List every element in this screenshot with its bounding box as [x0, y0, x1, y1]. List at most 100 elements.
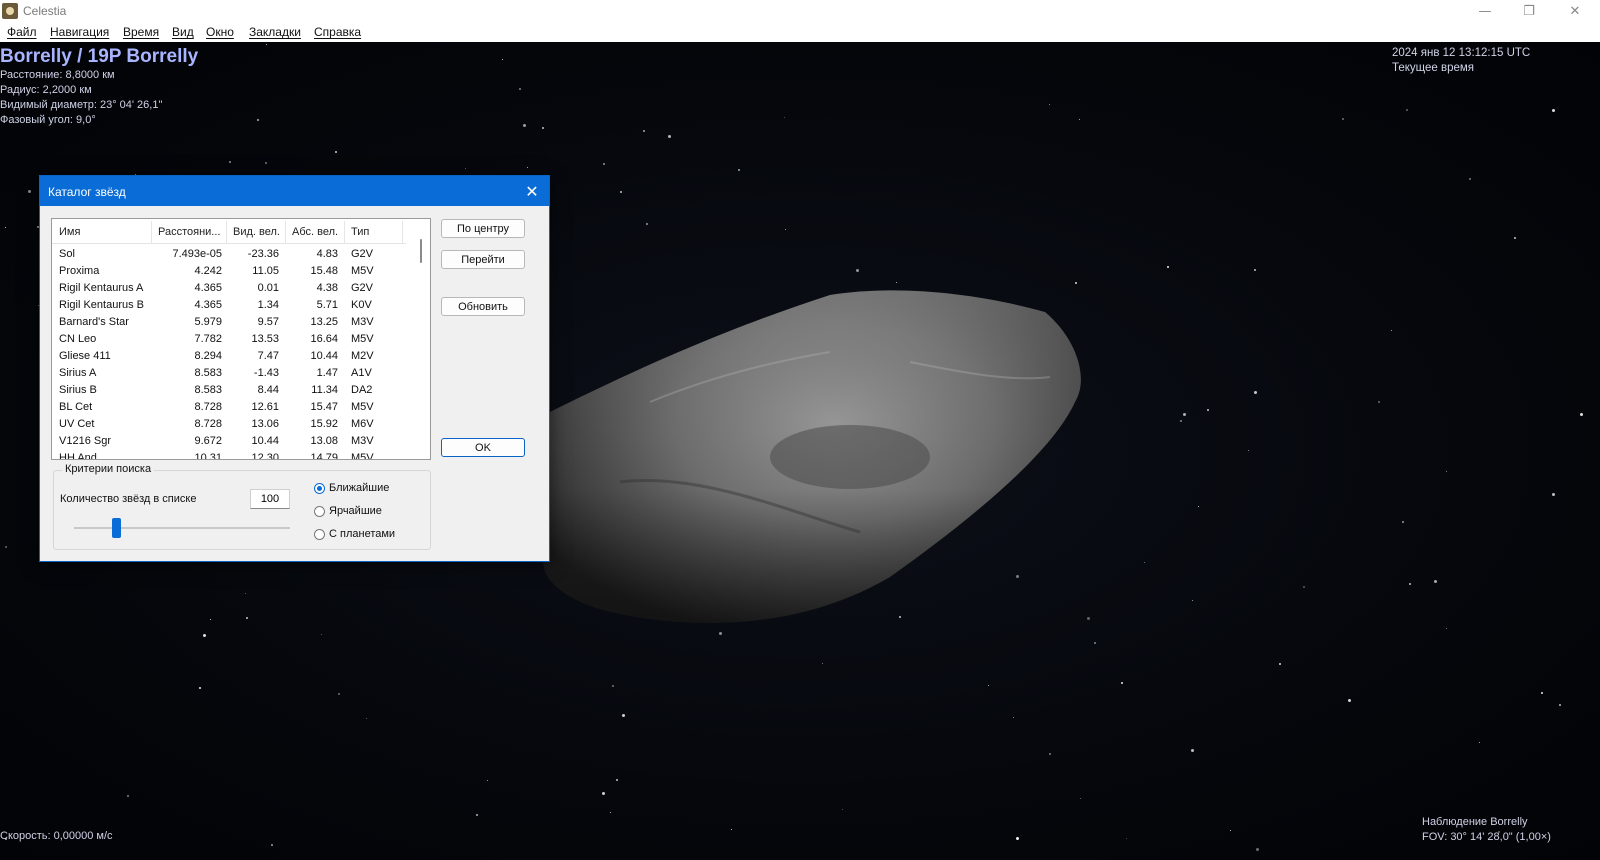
scrollbar-thumb[interactable]: [420, 239, 422, 263]
star-dot: [602, 792, 605, 795]
table-cell: Rigil Kentaurus B: [59, 299, 144, 311]
close-window-button[interactable]: ✕: [1552, 0, 1598, 22]
table-cell: 16.64: [310, 333, 338, 345]
table-cell: 11.34: [311, 384, 338, 396]
goto-button[interactable]: Перейти: [441, 250, 525, 269]
column-header-distance[interactable]: Расстояни...: [158, 226, 224, 238]
datetime-text: 2024 янв 12 13:12:15 UTC: [1392, 47, 1531, 59]
minimize-button[interactable]: —: [1462, 0, 1508, 22]
star-dot: [1013, 717, 1014, 718]
table-row[interactable]: Sirius A 8.583 -1.43 1.47 A1V: [52, 365, 406, 382]
table-cell: 9.57: [257, 316, 279, 328]
table-cell: 13.25: [310, 316, 338, 328]
table-row[interactable]: Gliese 411 8.294 7.47 10.44 M2V: [52, 348, 406, 365]
star-dot: [1049, 753, 1051, 755]
menu-navigation[interactable]: Навигация: [50, 25, 109, 39]
table-cell: 10.31: [194, 452, 222, 460]
star-dot: [1080, 798, 1081, 799]
table-row[interactable]: CN Leo 7.782 13.53 16.64 M5V: [52, 331, 406, 348]
table-cell: 4.83: [316, 248, 338, 260]
table-row[interactable]: Rigil Kentaurus B 4.365 1.34 5.71 K0V: [52, 297, 406, 314]
table-cell: 10.44: [251, 435, 279, 447]
star-dot: [1167, 266, 1169, 268]
star-dot: [1406, 109, 1408, 111]
menu-help[interactable]: Справка: [314, 25, 361, 39]
column-header-type[interactable]: Тип: [351, 226, 391, 238]
slider-thumb[interactable]: [112, 518, 122, 538]
table-row[interactable]: Rigil Kentaurus A 4.365 0.01 4.38 G2V: [52, 280, 406, 297]
comet-nucleus-render: [534, 290, 1081, 623]
column-header-abs-mag[interactable]: Абс. вел.: [292, 226, 344, 238]
table-cell: DA2: [351, 384, 373, 396]
star-list[interactable]: Имя Расстояни... Вид. вел. Абс. вел. Тип…: [51, 218, 431, 460]
menu-window[interactable]: Окно: [206, 25, 234, 39]
dialog-title-bar[interactable]: Каталог звёзд ✕: [40, 176, 549, 206]
table-cell: 14.79: [310, 452, 338, 460]
table-row[interactable]: Sirius B 8.583 8.44 11.34 DA2: [52, 382, 406, 399]
list-header: Имя Расстояни... Вид. вел. Абс. вел. Тип: [52, 219, 406, 244]
radio-with-planets-label: С планетами: [329, 528, 396, 540]
restore-button[interactable]: ❐: [1506, 0, 1552, 22]
dialog-close-icon[interactable]: ✕: [521, 180, 543, 202]
menu-file[interactable]: Файл: [7, 25, 37, 39]
radius-text: Радиус: 2,2000 км: [0, 84, 92, 96]
search-criteria-label: Критерии поиска: [62, 463, 155, 475]
table-row[interactable]: UV Cet 8.728 13.06 15.92 M6V: [52, 416, 406, 433]
table-cell: 4.365: [194, 282, 222, 294]
table-row[interactable]: Sol 7.493e-05 -23.36 4.83 G2V: [52, 246, 406, 263]
radio-nearest[interactable]: Ближайшие: [314, 482, 464, 498]
table-cell: M3V: [351, 316, 374, 328]
star-dot: [1121, 682, 1123, 684]
radio-nearest-label: Ближайшие: [329, 482, 390, 494]
star-catalog-dialog: Каталог звёзд ✕ Имя Расстояни... Вид. ве…: [39, 175, 550, 562]
table-cell: M5V: [351, 401, 374, 413]
star-dot: [1207, 409, 1209, 411]
table-row[interactable]: BL Cet 8.728 12.61 15.47 M5V: [52, 399, 406, 416]
table-cell: 9.672: [194, 435, 222, 447]
table-cell: 5.71: [316, 299, 338, 311]
star-count-input[interactable]: 100: [250, 489, 290, 509]
star-dot: [321, 634, 322, 635]
star-dot: [610, 812, 611, 813]
radio-brightest[interactable]: Ярчайшие: [314, 505, 464, 521]
star-dot: [1144, 562, 1145, 563]
radio-with-planets[interactable]: С планетами: [314, 528, 464, 544]
star-dot: [257, 119, 259, 121]
table-row[interactable]: Barnard's Star 5.979 9.57 13.25 M3V: [52, 314, 406, 331]
refresh-button[interactable]: Обновить: [441, 297, 525, 316]
table-cell: 11.05: [252, 265, 279, 277]
menu-bookmarks[interactable]: Закладки: [249, 25, 301, 39]
center-button[interactable]: По центру: [441, 219, 525, 238]
radio-with-planets-indicator[interactable]: [314, 529, 325, 540]
table-cell: G2V: [351, 282, 374, 294]
column-header-name[interactable]: Имя: [59, 226, 149, 238]
star-dot: [785, 229, 786, 230]
star-dot: [1402, 521, 1404, 523]
ok-button[interactable]: OK: [441, 438, 525, 457]
star-dot: [1552, 493, 1555, 496]
star-dot: [245, 593, 246, 594]
table-cell: Gliese 411: [59, 350, 111, 362]
star-dot: [465, 168, 466, 169]
star-dot: [1126, 838, 1127, 839]
column-divider: [151, 221, 152, 243]
radio-brightest-indicator[interactable]: [314, 506, 325, 517]
menu-time[interactable]: Время: [123, 25, 159, 39]
table-cell: 10.44: [310, 350, 338, 362]
table-row[interactable]: HH And 10.31 12.30 14.79 M5V: [52, 450, 406, 460]
table-cell: 4.38: [316, 282, 338, 294]
table-row[interactable]: V1216 Sgr 9.672 10.44 13.08 M3V: [52, 433, 406, 450]
star-dot: [1079, 119, 1080, 120]
list-scrollbar[interactable]: [412, 219, 430, 459]
star-dot: [338, 693, 340, 695]
radio-nearest-indicator[interactable]: [314, 483, 325, 494]
star-dot: [842, 809, 843, 810]
star-dot: [1391, 330, 1392, 331]
column-header-app-mag[interactable]: Вид. вел.: [233, 226, 285, 238]
table-row[interactable]: Proxima 4.242 11.05 15.48 M5V: [52, 263, 406, 280]
menu-view[interactable]: Вид: [172, 25, 194, 39]
star-dot: [519, 88, 521, 90]
star-count-slider[interactable]: [74, 527, 290, 529]
table-cell: Sol: [59, 248, 75, 260]
table-cell: CN Leo: [59, 333, 97, 345]
